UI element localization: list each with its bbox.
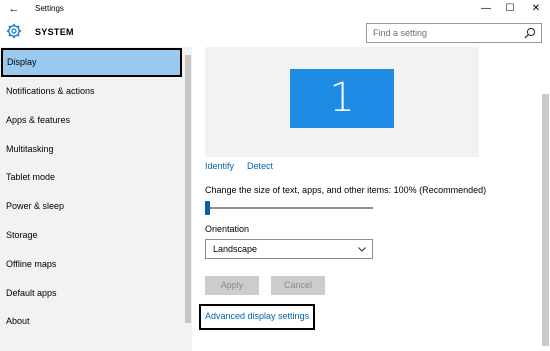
scale-slider-thumb[interactable] <box>205 201 210 215</box>
apply-button[interactable]: Apply <box>205 276 259 295</box>
sidebar-item-multitasking[interactable]: Multitasking <box>0 135 182 164</box>
section-title: SYSTEM <box>35 27 74 37</box>
minimize-button[interactable]: — <box>474 0 498 18</box>
sidebar-item-notifications[interactable]: Notifications & actions <box>0 77 182 106</box>
sidebar: Display Notifications & actions Apps & f… <box>0 47 192 351</box>
chevron-down-icon <box>358 247 366 252</box>
orientation-label: Orientation <box>205 224 250 234</box>
identify-link[interactable]: Identify <box>205 161 234 171</box>
title-bar: ← Settings — ☐ ✕ <box>0 0 550 18</box>
detect-link[interactable]: Detect <box>247 161 273 171</box>
cancel-button[interactable]: Cancel <box>271 276 325 295</box>
close-button[interactable]: ✕ <box>524 0 548 18</box>
sidebar-item-storage[interactable]: Storage <box>0 221 182 250</box>
sidebar-item-apps-features[interactable]: Apps & features <box>0 106 182 135</box>
sidebar-item-offline-maps[interactable]: Offline maps <box>0 250 182 279</box>
main-scrollbar-thumb[interactable] <box>542 94 549 346</box>
sidebar-item-tablet-mode[interactable]: Tablet mode <box>0 163 182 192</box>
monitor-tile[interactable]: 1 <box>290 69 394 128</box>
maximize-button[interactable]: ☐ <box>498 0 522 18</box>
sidebar-item-default-apps[interactable]: Default apps <box>0 279 182 308</box>
back-arrow-icon[interactable]: ← <box>6 1 22 17</box>
sidebar-item-power-sleep[interactable]: Power & sleep <box>0 192 182 221</box>
sidebar-item-about[interactable]: About <box>0 307 182 336</box>
window-title: Settings <box>35 4 64 13</box>
orientation-value: Landscape <box>213 244 258 254</box>
gear-icon <box>6 23 22 39</box>
search-icon[interactable] <box>524 27 536 39</box>
sidebar-item-display[interactable]: Display <box>1 48 182 77</box>
scale-label: Change the size of text, apps, and other… <box>205 185 487 195</box>
advanced-display-settings-link[interactable]: Advanced display settings <box>205 311 309 321</box>
search-input[interactable]: Find a setting <box>366 23 542 43</box>
orientation-dropdown[interactable]: Landscape <box>205 239 373 259</box>
search-placeholder: Find a setting <box>373 28 428 38</box>
scale-slider-track[interactable] <box>205 207 373 209</box>
sidebar-scrollbar-thumb[interactable] <box>185 55 191 323</box>
